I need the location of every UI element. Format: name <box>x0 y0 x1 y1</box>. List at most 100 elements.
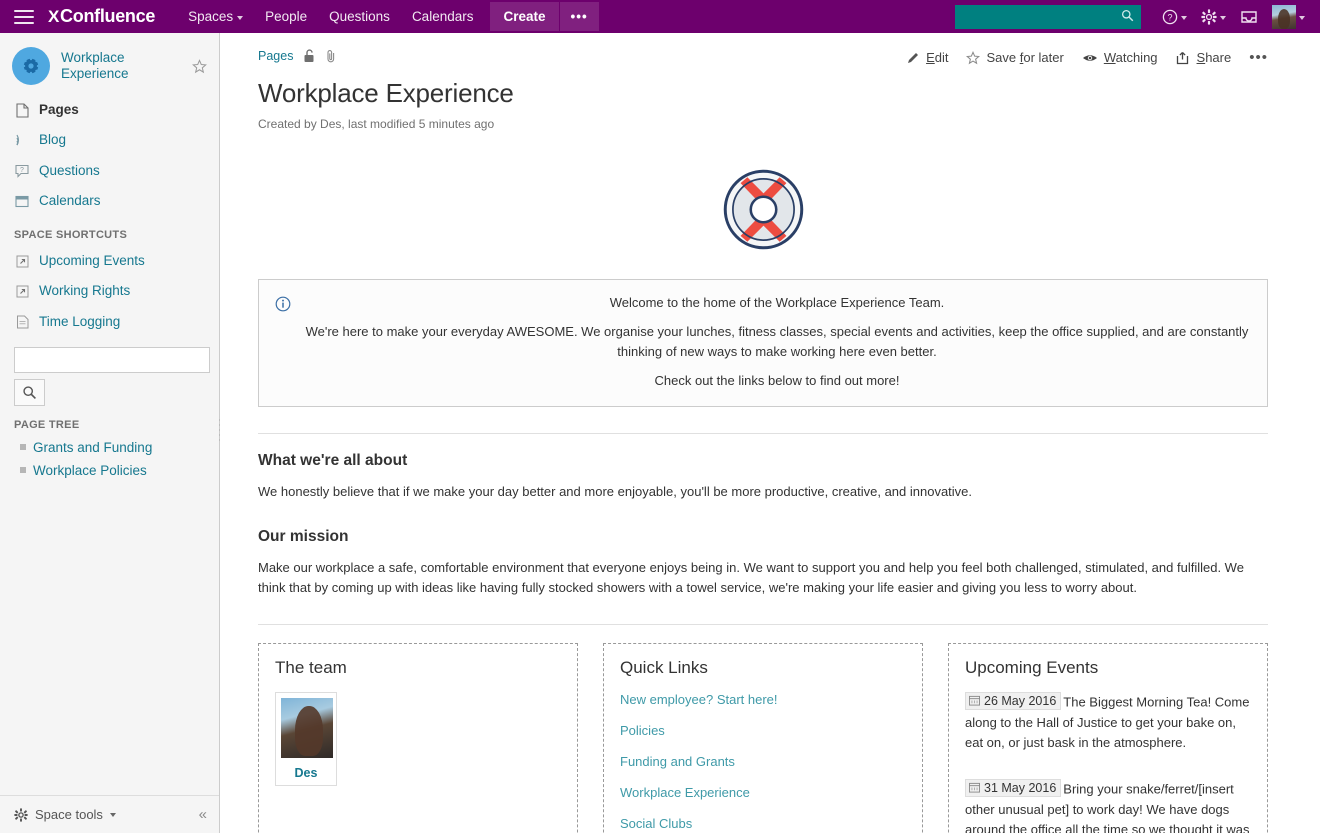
inbox-icon <box>1240 9 1258 25</box>
nav-item-questions[interactable]: Questions <box>318 2 401 31</box>
chevron-down-icon <box>237 16 243 20</box>
nav-item-spaces[interactable]: Spaces <box>177 2 254 31</box>
paperclip-icon[interactable] <box>325 49 337 63</box>
nav-item-calendars-label: Calendars <box>412 9 474 24</box>
event-item: 31 May 2016 Bring your snake/ferret/[ins… <box>965 779 1251 833</box>
profile-menu[interactable] <box>1265 1 1312 33</box>
card-the-team: The team Des <box>258 643 578 833</box>
sidebar-search-button[interactable] <box>14 379 45 406</box>
space-tools-label: Space tools <box>35 807 103 822</box>
sidebar-shortcut-time-logging[interactable]: Time Logging <box>0 307 219 337</box>
card-title: The team <box>275 658 561 678</box>
info-panel-paragraph-3: Check out the links below to find out mo… <box>303 371 1251 391</box>
watching-button[interactable]: Watching <box>1082 50 1158 65</box>
hamburger-menu-icon[interactable] <box>14 6 34 28</box>
page-tree-item-workplace-policies[interactable]: Workplace Policies <box>0 459 219 482</box>
quick-link-new-employee[interactable]: New employee? Start here! <box>620 692 906 707</box>
section-heading: What we're all about <box>258 452 1268 470</box>
team-member-card[interactable]: Des <box>275 692 337 786</box>
sidebar-item-questions[interactable]: ? Questions <box>0 156 219 186</box>
card-row: The team Des Quick Links New employee? S… <box>258 643 1268 833</box>
bullet-icon <box>20 467 26 473</box>
lifebuoy-icon <box>721 167 806 252</box>
search-icon <box>22 385 37 400</box>
sidebar-search-group <box>0 337 219 406</box>
quick-link-workplace-experience[interactable]: Workplace Experience <box>620 785 906 800</box>
page-icon <box>14 314 30 330</box>
star-outline-icon <box>966 51 980 65</box>
page-tree-item-grants-and-funding[interactable]: Grants and Funding <box>0 436 219 459</box>
breadcrumb: Pages <box>258 47 337 65</box>
search-icon[interactable] <box>1121 9 1134 22</box>
sidebar-item-calendars[interactable]: Calendars <box>0 186 219 216</box>
space-sidebar: Workplace Experience Pages <box>0 33 220 833</box>
create-button[interactable]: Create <box>490 2 558 31</box>
page-title: Workplace Experience <box>258 78 1268 109</box>
sidebar-item-blog[interactable]: Blog <box>0 125 219 155</box>
page-action-toolbar: Edit Save for later <box>906 47 1268 66</box>
info-panel: Welcome to the home of the Workplace Exp… <box>258 279 1268 407</box>
info-circle-icon <box>275 296 291 312</box>
eye-icon <box>1082 52 1098 64</box>
chevron-down-icon <box>1220 16 1226 20</box>
unlock-icon[interactable] <box>303 49 315 63</box>
nav-item-spaces-label: Spaces <box>188 9 233 24</box>
info-panel-body: Welcome to the home of the Workplace Exp… <box>303 293 1251 392</box>
pages-icon <box>14 102 30 118</box>
sidebar-item-questions-label: Questions <box>39 161 100 181</box>
info-panel-paragraph-2: We're here to make your everyday AWESOME… <box>303 322 1251 362</box>
sidebar-item-calendars-label: Calendars <box>39 191 101 211</box>
edit-button-label: Edit <box>926 50 948 65</box>
star-outline-icon[interactable] <box>192 59 207 74</box>
collapse-sidebar-button[interactable]: « <box>199 806 207 823</box>
space-tools-button[interactable]: Space tools <box>14 807 116 822</box>
sidebar-item-pages-label: Pages <box>39 100 79 120</box>
share-icon <box>1176 51 1191 65</box>
confluence-logo[interactable]: XConfluence <box>48 6 155 27</box>
help-button[interactable]: ? <box>1155 5 1194 29</box>
global-search[interactable] <box>955 5 1141 29</box>
sidebar-item-pages[interactable]: Pages <box>0 95 219 125</box>
chevron-down-icon <box>1181 16 1187 20</box>
svg-text:?: ? <box>1167 12 1172 22</box>
space-name-link[interactable]: Workplace Experience <box>61 50 192 82</box>
sidebar-shortcut-working-rights[interactable]: Working Rights <box>0 276 219 306</box>
event-date-badge[interactable]: 26 May 2016 <box>965 692 1061 710</box>
nav-item-questions-label: Questions <box>329 9 390 24</box>
nav-item-people[interactable]: People <box>254 2 318 31</box>
question-bubble-icon: ? <box>14 163 30 179</box>
sidebar-shortcut-time-logging-label: Time Logging <box>39 312 120 332</box>
share-button[interactable]: Share <box>1176 50 1232 65</box>
space-avatar-icon[interactable] <box>12 47 50 85</box>
team-member-name[interactable]: Des <box>281 766 331 780</box>
page-top-bar: Pages Edit <box>258 47 1268 66</box>
nav-item-people-label: People <box>265 9 307 24</box>
nav-item-calendars[interactable]: Calendars <box>401 2 485 31</box>
settings-button[interactable] <box>1194 5 1233 29</box>
edit-button[interactable]: Edit <box>906 50 948 65</box>
quick-link-policies[interactable]: Policies <box>620 723 906 738</box>
sidebar-shortcut-working-rights-label: Working Rights <box>39 281 130 301</box>
search-input[interactable] <box>955 5 1141 29</box>
sidebar-search-input[interactable] <box>14 347 210 373</box>
event-date-badge[interactable]: 31 May 2016 <box>965 779 1061 797</box>
quick-link-social-clubs[interactable]: Social Clubs <box>620 816 906 831</box>
section-our-mission: Our mission Make our workplace a safe, c… <box>258 528 1268 598</box>
space-shortcuts-label: SPACE SHORTCUTS <box>0 216 219 246</box>
card-quick-links: Quick Links New employee? Start here! Po… <box>603 643 923 833</box>
space-header: Workplace Experience <box>0 33 219 95</box>
create-more-button[interactable]: ••• <box>560 2 599 31</box>
page-more-actions-button[interactable]: ••• <box>1249 49 1268 66</box>
quick-link-funding-and-grants[interactable]: Funding and Grants <box>620 754 906 769</box>
top-nav-right-group: ? <box>955 1 1320 33</box>
section-body: Make our workplace a safe, comfortable e… <box>258 558 1268 598</box>
breadcrumb-item-pages[interactable]: Pages <box>258 49 293 63</box>
notifications-button[interactable] <box>1233 5 1265 29</box>
person-photo <box>281 698 333 758</box>
page-more-actions-label: ••• <box>1249 49 1268 66</box>
sidebar-shortcut-upcoming-events[interactable]: Upcoming Events <box>0 246 219 276</box>
pencil-icon <box>906 51 920 65</box>
confluence-logo-mark: X <box>48 7 59 27</box>
save-for-later-button[interactable]: Save for later <box>966 50 1063 65</box>
space-flower-icon <box>19 54 43 78</box>
